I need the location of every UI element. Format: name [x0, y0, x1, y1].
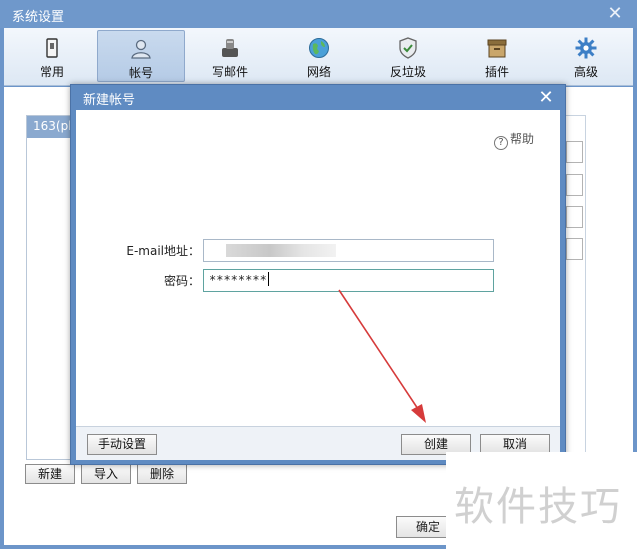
detail-field-4[interactable] [566, 238, 583, 260]
email-label: E-mail地址： [126, 244, 200, 258]
account-list[interactable]: 163(pl [26, 115, 76, 460]
manual-settings-button[interactable]: 手动设置 [87, 434, 157, 455]
import-button[interactable]: 导入 [81, 464, 131, 484]
tab-account-label: 帐号 [128, 66, 153, 80]
tab-compose-label: 写邮件 [211, 65, 248, 79]
password-field[interactable]: ******** [203, 269, 494, 292]
detail-field-1[interactable] [566, 141, 583, 163]
account-icon [131, 39, 151, 59]
watermark-text: 软件技巧 [454, 484, 622, 530]
network-icon [309, 38, 329, 58]
new-account-button[interactable]: 新建 [25, 464, 75, 484]
tab-plugin-label: 插件 [484, 65, 509, 79]
shield-icon [399, 37, 417, 59]
email-field[interactable] [203, 239, 494, 262]
tab-network-label: 网络 [306, 65, 331, 79]
tab-account[interactable]: 帐号 [97, 30, 185, 82]
account-list-item[interactable]: 163(pl [27, 116, 75, 138]
gear-icon [575, 37, 597, 59]
text-caret [267, 272, 269, 286]
help-link[interactable]: ? 帮助 [494, 130, 534, 150]
settings-titlebar: 系统设置 ✕ [0, 0, 637, 28]
settings-close-icon[interactable]: ✕ [604, 3, 626, 25]
compose-icon [222, 39, 238, 57]
password-label: 密码： [163, 274, 200, 288]
dialog-title: 新建帐号 [83, 93, 136, 108]
tab-general[interactable]: 常用 [8, 30, 96, 82]
new-account-dialog: 新建帐号 ✕ ? 帮助 E-mail地址： 密码： ******** 手动设置 创… [70, 84, 566, 465]
watermark: 软件技巧 [446, 452, 637, 549]
plugin-icon [487, 39, 507, 58]
settings-title: 系统设置 [12, 10, 65, 25]
tab-advanced[interactable]: 高级 [542, 30, 630, 82]
dialog-body: ? 帮助 E-mail地址： 密码： ******** [76, 110, 560, 426]
password-value: ******** [209, 273, 267, 287]
detail-field-2[interactable] [566, 174, 583, 196]
delete-button[interactable]: 删除 [137, 464, 187, 484]
settings-toolbar: 常用 帐号 写邮件 网络 反垃圾 插件 高级 [4, 28, 633, 86]
tab-antispam[interactable]: 反垃圾 [364, 30, 452, 82]
tab-antispam-label: 反垃圾 [389, 65, 426, 79]
tab-advanced-label: 高级 [573, 65, 598, 79]
help-label: 帮助 [510, 132, 535, 146]
tab-general-label: 常用 [39, 65, 64, 79]
dialog-close-icon[interactable]: ✕ [535, 87, 557, 109]
general-icon [46, 38, 58, 58]
tab-plugin[interactable]: 插件 [453, 30, 541, 82]
email-redaction-blur [226, 244, 336, 257]
detail-field-3[interactable] [566, 206, 583, 228]
tab-compose[interactable]: 写邮件 [186, 30, 274, 82]
help-icon: ? [494, 136, 508, 150]
tab-network[interactable]: 网络 [275, 30, 363, 82]
